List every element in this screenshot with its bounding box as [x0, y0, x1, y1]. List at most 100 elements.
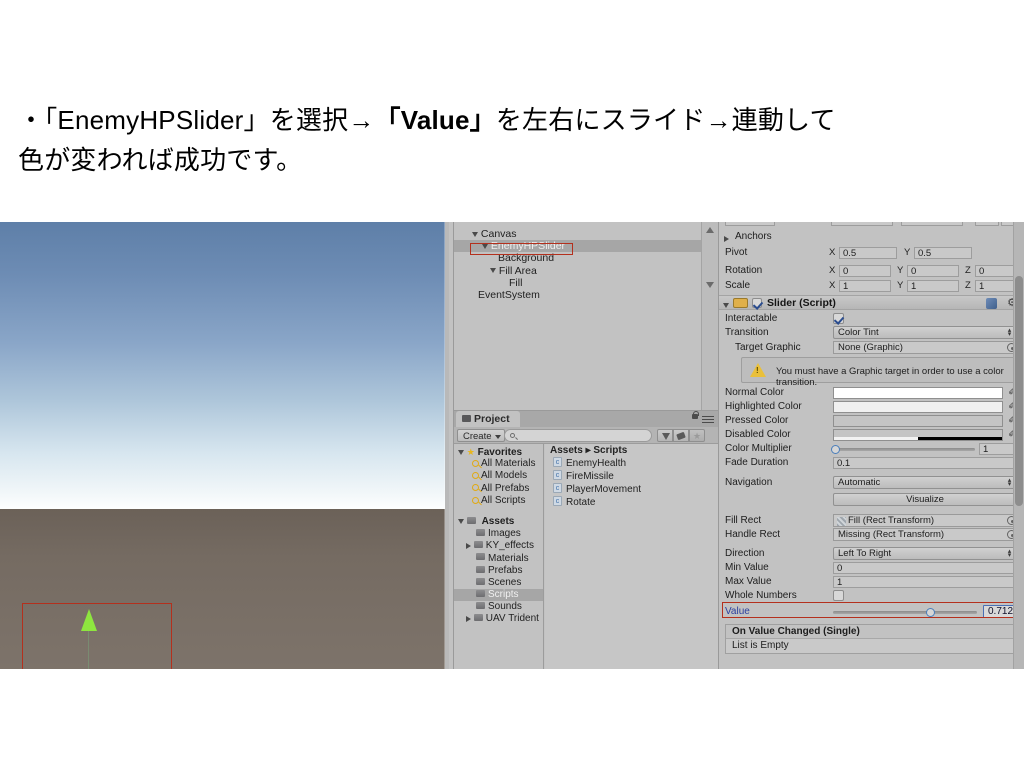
project-file-playermovement[interactable]: c PlayerMovement: [545, 483, 719, 496]
color-multiplier-slider-knob[interactable]: [831, 445, 840, 454]
chevron-up-icon[interactable]: [706, 227, 714, 233]
min-value-label: Min Value: [725, 562, 769, 573]
filter-by-type-button[interactable]: [657, 429, 673, 442]
breadcrumb[interactable]: Assets ▸ Scripts: [545, 444, 719, 457]
favorites-filter-button[interactable]: ★: [689, 429, 705, 442]
inspector-anchors-row[interactable]: Anchors: [719, 230, 1009, 244]
rotation-y-field[interactable]: 0: [907, 265, 959, 277]
chevron-right-icon[interactable]: [466, 542, 471, 549]
scale-y-field[interactable]: 1: [907, 280, 959, 292]
direction-dropdown[interactable]: Left To Right ▴ ▾: [833, 547, 1017, 560]
normal-color-swatch[interactable]: [833, 387, 1003, 399]
lock-icon[interactable]: [692, 411, 699, 419]
highlighted-color-swatch[interactable]: [833, 401, 1003, 413]
direction-value: Left To Right: [838, 548, 892, 559]
project-body: ★ Favorites All Materials All Models All…: [454, 444, 719, 669]
hierarchy-list[interactable]: Canvas EnemyHPSlider Background Fill Are…: [454, 222, 701, 410]
project-folder-scripts[interactable]: Scripts: [454, 589, 543, 602]
reference-book-icon[interactable]: [986, 298, 997, 309]
hierarchy-item-eventsystem[interactable]: EventSystem: [454, 289, 701, 301]
project-file-rotate[interactable]: c Rotate: [545, 496, 719, 509]
project-tree[interactable]: ★ Favorites All Materials All Models All…: [454, 444, 544, 669]
chevron-right-icon[interactable]: [724, 236, 729, 243]
handle-rect-field[interactable]: Missing (Rect Transform): [833, 528, 1017, 541]
transition-dropdown[interactable]: Color Tint ▴ ▾: [833, 326, 1017, 339]
create-button[interactable]: Create: [457, 429, 505, 442]
project-assets-root[interactable]: Assets: [454, 516, 543, 528]
unity-editor-screenshot: Canvas EnemyHPSlider Background Fill Are…: [0, 222, 1024, 669]
rotation-y-label: Y: [897, 265, 904, 276]
gizmo-y-axis-arrow-icon[interactable]: [81, 609, 97, 631]
chevron-right-icon[interactable]: [466, 615, 471, 622]
inspector-panel[interactable]: Anchors Pivot X 0.5 Y 0.5 Rotation X 0 Y…: [718, 222, 1024, 669]
chevron-down-icon[interactable]: [490, 268, 496, 274]
target-graphic-value: None (Graphic): [838, 342, 903, 353]
inspector-interactable-row: Interactable: [719, 312, 1019, 326]
chevron-down-icon[interactable]: [458, 449, 464, 455]
project-folder-uav-trident[interactable]: UAV Trident: [454, 613, 543, 625]
filter-by-label-button[interactable]: [673, 429, 689, 442]
hierarchy-scrollbar[interactable]: [701, 222, 718, 410]
project-favorite-all-prefabs[interactable]: All Prefabs: [454, 483, 543, 495]
project-favorite-all-materials[interactable]: All Materials: [454, 458, 543, 470]
folder-icon: [462, 414, 471, 422]
color-multiplier-slider-track[interactable]: [835, 448, 975, 451]
target-graphic-field[interactable]: None (Graphic): [833, 341, 1017, 354]
inspector-scrollbar-thumb[interactable]: [1015, 276, 1023, 506]
project-folder-ky-effects[interactable]: KY_effects: [454, 540, 543, 552]
project-folder-prefabs[interactable]: Prefabs: [454, 565, 543, 577]
color-multiplier-field[interactable]: 1: [979, 443, 1017, 455]
inspector-scrollbar[interactable]: [1013, 222, 1024, 669]
hierarchy-item-enemyhpslider[interactable]: EnemyHPSlider: [454, 240, 701, 253]
scale-x-field[interactable]: 1: [839, 280, 891, 292]
project-favorites-root[interactable]: ★ Favorites: [454, 446, 543, 458]
hierarchy-item-fill[interactable]: Fill: [454, 277, 701, 289]
rotation-z-field[interactable]: 0: [975, 265, 1017, 277]
chevron-down-icon[interactable]: [482, 243, 488, 249]
chevron-updown-icon: ▴ ▾: [1007, 548, 1012, 559]
min-value-field[interactable]: 0: [833, 562, 1017, 574]
hierarchy-item-background[interactable]: Background: [454, 252, 701, 264]
project-favorite-all-scripts[interactable]: All Scripts: [454, 495, 543, 507]
project-file-enemyhealth[interactable]: c EnemyHealth: [545, 457, 719, 470]
pressed-color-swatch[interactable]: [833, 415, 1003, 427]
pivot-y-field[interactable]: 0.5: [914, 247, 972, 259]
scale-z-field[interactable]: 1: [975, 280, 1017, 292]
project-folder-sounds[interactable]: Sounds: [454, 601, 543, 613]
value-slider-track[interactable]: [833, 611, 977, 614]
fill-rect-field[interactable]: Fill (Rect Transform): [833, 514, 1017, 527]
interactable-checkbox[interactable]: [833, 313, 844, 324]
chevron-down-icon[interactable]: [706, 282, 714, 288]
slider-component-header[interactable]: Slider (Script) ⚙: [719, 295, 1024, 310]
chevron-down-icon[interactable]: [472, 231, 478, 237]
hierarchy-panel[interactable]: Canvas EnemyHPSlider Background Fill Are…: [453, 222, 718, 410]
highlighted-color-label: Highlighted Color: [725, 401, 802, 412]
rotation-x-field[interactable]: 0: [839, 265, 891, 277]
hierarchy-item-fill-area[interactable]: Fill Area: [454, 265, 701, 277]
max-value-field[interactable]: 1: [833, 576, 1017, 588]
project-file-firemissile[interactable]: c FireMissile: [545, 470, 719, 483]
tab-project[interactable]: Project: [456, 411, 520, 427]
project-folder-scenes[interactable]: Scenes: [454, 577, 543, 589]
project-favorite-all-models[interactable]: All Models: [454, 470, 543, 482]
project-folder-materials[interactable]: Materials: [454, 553, 543, 565]
project-item-label: Materials: [488, 552, 529, 564]
project-contents[interactable]: Assets ▸ Scripts c EnemyHealth c FireMissi…: [545, 444, 719, 669]
visualize-button[interactable]: Visualize: [833, 493, 1017, 506]
panel-menu-icon[interactable]: [702, 416, 714, 423]
chevron-down-icon[interactable]: [458, 518, 464, 524]
project-folder-images[interactable]: Images: [454, 528, 543, 540]
disabled-color-swatch[interactable]: [833, 429, 1003, 441]
whole-numbers-checkbox[interactable]: [833, 590, 844, 601]
pivot-x-field[interactable]: 0.5: [839, 247, 897, 259]
search-input[interactable]: [504, 429, 652, 442]
chevron-down-icon[interactable]: [723, 302, 729, 308]
value-slider-knob[interactable]: [926, 608, 935, 617]
project-panel[interactable]: Project Create ★ ★ Favorites All Materia…: [453, 410, 719, 669]
hierarchy-item-canvas[interactable]: Canvas: [454, 228, 701, 240]
scene-view[interactable]: [0, 222, 449, 669]
scene-view-seam: [444, 222, 445, 669]
slider-enabled-checkbox[interactable]: [752, 298, 762, 308]
fade-duration-field[interactable]: 0.1: [833, 457, 1017, 469]
navigation-dropdown[interactable]: Automatic ▴ ▾: [833, 476, 1017, 489]
